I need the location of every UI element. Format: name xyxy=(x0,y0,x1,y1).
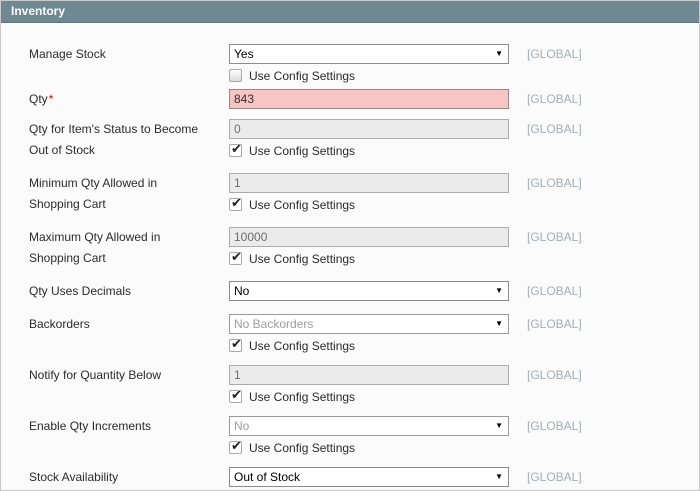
checkbox-box[interactable] xyxy=(229,249,242,265)
scope-label: [GLOBAL] xyxy=(527,368,582,382)
scope-label: [GLOBAL] xyxy=(527,47,582,61)
inventory-form: Manage Stock Yes ▼ Use Config Settings [… xyxy=(1,23,699,490)
form-row-backorders: Backorders No Backorders ▼ Use Config Se… xyxy=(1,314,699,353)
use-config-checkbox-row[interactable]: Use Config Settings xyxy=(229,336,509,353)
scope-label: [GLOBAL] xyxy=(527,230,582,244)
use-config-label: Use Config Settings xyxy=(249,338,356,353)
checkbox-box[interactable] xyxy=(229,195,242,211)
scope-label: [GLOBAL] xyxy=(527,470,582,484)
manage-stock-select[interactable]: Yes xyxy=(229,44,509,64)
qty-out-of-stock-input[interactable] xyxy=(229,119,509,139)
scope-label: [GLOBAL] xyxy=(527,176,582,190)
min-qty-input[interactable] xyxy=(229,173,509,193)
qty-decimals-select-wrap: No ▼ xyxy=(229,281,509,301)
use-config-checkbox-row[interactable]: Use Config Settings xyxy=(229,195,509,212)
checkbox-box[interactable] xyxy=(229,69,242,82)
use-config-label: Use Config Settings xyxy=(249,197,356,212)
scope-label: [GLOBAL] xyxy=(527,317,582,331)
form-row-manage-stock: Manage Stock Yes ▼ Use Config Settings [… xyxy=(1,44,699,83)
stock-availability-select-wrap: Out of Stock ▼ xyxy=(229,467,509,487)
use-config-label: Use Config Settings xyxy=(249,68,356,83)
use-config-label: Use Config Settings xyxy=(249,389,356,404)
field-label: Minimum Qty Allowed in Shopping Cart xyxy=(29,176,158,211)
use-config-label: Use Config Settings xyxy=(249,440,356,455)
form-row-notify-qty: Notify for Quantity Below Use Config Set… xyxy=(1,365,699,404)
use-config-label: Use Config Settings xyxy=(249,143,356,158)
form-row-min-qty: Minimum Qty Allowed in Shopping Cart Use… xyxy=(1,173,699,215)
qty-decimals-select[interactable]: No xyxy=(229,281,509,301)
form-row-qty-out-of-stock: Qty for Item's Status to Become Out of S… xyxy=(1,119,699,161)
notify-qty-input[interactable] xyxy=(229,365,509,385)
use-config-checkbox-row[interactable]: Use Config Settings xyxy=(229,141,509,158)
stock-availability-select[interactable]: Out of Stock xyxy=(229,467,509,487)
scope-label: [GLOBAL] xyxy=(527,122,582,136)
field-label: Manage Stock xyxy=(29,47,106,61)
checkbox-box[interactable] xyxy=(229,387,242,403)
manage-stock-select-wrap: Yes ▼ xyxy=(229,44,509,64)
backorders-select[interactable]: No Backorders xyxy=(229,314,509,334)
qty-increments-select[interactable]: No xyxy=(229,416,509,436)
field-label: Backorders xyxy=(29,317,90,331)
field-label: Stock Availability xyxy=(29,470,119,484)
checkbox-box[interactable] xyxy=(229,336,242,352)
panel-title: Inventory xyxy=(1,1,699,23)
field-label: Qty for Item's Status to Become Out of S… xyxy=(29,122,199,157)
field-label: Qty Uses Decimals xyxy=(29,284,132,298)
qty-input[interactable] xyxy=(229,89,509,109)
field-label: Maximum Qty Allowed in Shopping Cart xyxy=(29,230,161,265)
qty-increments-select-wrap: No ▼ xyxy=(229,416,509,436)
scope-label: [GLOBAL] xyxy=(527,284,582,298)
backorders-select-wrap: No Backorders ▼ xyxy=(229,314,509,334)
checkbox-box[interactable] xyxy=(229,141,242,157)
use-config-checkbox-row[interactable]: Use Config Settings xyxy=(229,387,509,404)
form-row-max-qty: Maximum Qty Allowed in Shopping Cart Use… xyxy=(1,227,699,269)
field-label: Qty* xyxy=(29,92,54,106)
use-config-checkbox-row[interactable]: Use Config Settings xyxy=(229,438,509,455)
scope-label: [GLOBAL] xyxy=(527,419,582,433)
form-row-qty-decimals: Qty Uses Decimals No ▼ [GLOBAL] xyxy=(1,281,699,302)
form-row-stock-availability: Stock Availability Out of Stock ▼ [GLOBA… xyxy=(1,467,699,488)
use-config-checkbox-row[interactable]: Use Config Settings xyxy=(229,68,509,83)
scope-label: [GLOBAL] xyxy=(527,92,582,106)
field-label: Notify for Quantity Below xyxy=(29,368,162,382)
field-label: Enable Qty Increments xyxy=(29,419,152,433)
required-mark: * xyxy=(48,92,54,106)
use-config-checkbox-row[interactable]: Use Config Settings xyxy=(229,249,509,266)
max-qty-input[interactable] xyxy=(229,227,509,247)
use-config-label: Use Config Settings xyxy=(249,251,356,266)
checkbox-box[interactable] xyxy=(229,438,242,454)
form-row-qty: Qty* [GLOBAL] xyxy=(1,89,699,110)
form-row-qty-increments: Enable Qty Increments No ▼ Use Config Se… xyxy=(1,416,699,455)
inventory-panel: Inventory Manage Stock Yes ▼ Use Config … xyxy=(0,0,700,491)
